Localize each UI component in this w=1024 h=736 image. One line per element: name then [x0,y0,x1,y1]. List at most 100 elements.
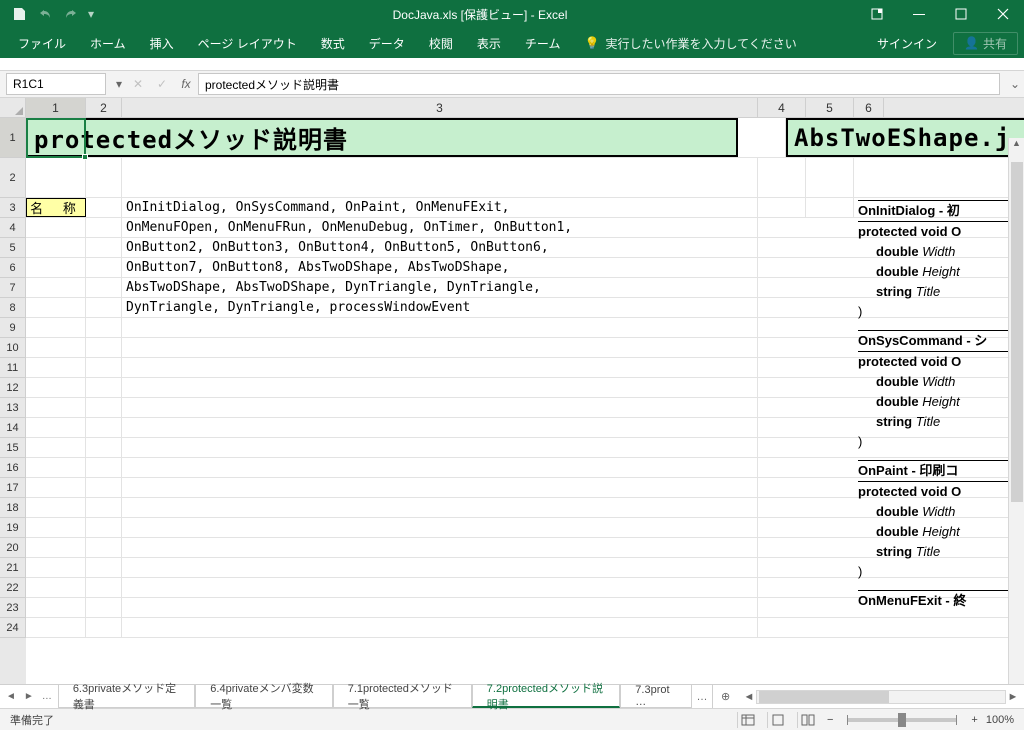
tab-team[interactable]: チーム [513,28,573,58]
cell[interactable] [26,558,86,577]
hscroll-left-icon[interactable]: ◄ [742,691,756,703]
cell[interactable] [122,158,758,197]
sheet-tab-active[interactable]: 7.2protectedメソッド説明書 [472,685,620,708]
tab-file[interactable]: ファイル [6,28,78,58]
cell[interactable] [758,618,1024,637]
cell[interactable] [86,358,122,377]
cell[interactable] [122,418,758,437]
signin-link[interactable]: サインイン [877,35,937,52]
maximize-icon[interactable] [940,0,982,28]
zoom-in-icon[interactable]: + [971,714,977,726]
cell[interactable] [122,558,758,577]
cell[interactable] [86,238,122,257]
cell[interactable] [122,618,758,637]
cell[interactable] [26,318,86,337]
undo-icon[interactable] [34,3,56,25]
column-header[interactable]: 5 [806,98,854,117]
vertical-scrollbar[interactable]: ▲ [1008,138,1024,684]
view-page-layout-icon[interactable] [767,712,789,728]
row-header[interactable]: 19 [0,518,26,538]
sheet-tab[interactable]: 7.1protectedメソッド一覧 [333,685,472,708]
zoom-out-icon[interactable]: − [827,714,833,726]
cell[interactable] [26,218,86,237]
cell-method-line[interactable]: AbsTwoDShape, AbsTwoDShape, DynTriangle,… [122,278,758,297]
cell[interactable] [26,358,86,377]
cell[interactable] [86,378,122,397]
cell-method-line[interactable]: OnButton7, OnButton8, AbsTwoDShape, AbsT… [122,258,758,277]
row-header[interactable]: 1 [0,118,26,158]
cell[interactable] [26,398,86,417]
cell-title-right[interactable]: AbsTwoEShape.j [786,118,1024,157]
formula-bar-expand-icon[interactable]: ⌄ [1006,77,1024,91]
cell[interactable] [26,238,86,257]
insert-function-icon[interactable]: fx [174,77,198,91]
cell[interactable] [122,378,758,397]
tab-data[interactable]: データ [357,28,417,58]
row-header[interactable]: 7 [0,278,26,298]
cell[interactable] [86,278,122,297]
tab-first-icon[interactable]: ◄ [6,691,16,702]
row-header[interactable]: 22 [0,578,26,598]
tab-formulas[interactable]: 数式 [309,28,357,58]
cell[interactable] [122,478,758,497]
tab-page-layout[interactable]: ページ レイアウト [186,28,309,58]
cell[interactable] [122,338,758,357]
cell[interactable] [122,598,758,617]
cell-method-line[interactable]: OnInitDialog, OnSysCommand, OnPaint, OnM… [122,198,758,217]
column-header[interactable]: 6 [854,98,884,117]
sheet-tab[interactable]: 7.3prot … [620,685,691,708]
code-head[interactable]: OnSysCommand - シ [858,330,1018,352]
cell[interactable] [86,498,122,517]
row-header[interactable]: 14 [0,418,26,438]
tab-overflow-icon[interactable]: … [692,685,713,708]
horizontal-scrollbar-thumb[interactable] [759,691,889,703]
cell[interactable] [26,458,86,477]
cell[interactable] [26,418,86,437]
cell[interactable] [26,578,86,597]
cell[interactable] [86,518,122,537]
close-icon[interactable] [982,0,1024,28]
horizontal-scrollbar[interactable]: ◄ ► [738,685,1024,708]
cell[interactable] [806,158,854,197]
view-normal-icon[interactable] [737,712,759,728]
tab-view[interactable]: 表示 [465,28,513,58]
cell[interactable] [86,398,122,417]
tab-insert[interactable]: 挿入 [138,28,186,58]
cell[interactable] [122,518,758,537]
code-head[interactable]: OnPaint - 印刷コ [858,460,1018,482]
cell[interactable] [758,158,806,197]
cell[interactable] [122,578,758,597]
cell[interactable] [122,318,758,337]
formula-input[interactable]: protectedメソッド説明書 [198,73,1000,95]
cell[interactable] [122,498,758,517]
cell[interactable] [26,618,86,637]
row-header[interactable]: 15 [0,438,26,458]
row-header[interactable]: 3 [0,198,26,218]
cell[interactable] [738,118,786,157]
cell[interactable] [86,558,122,577]
cell[interactable] [86,298,122,317]
tab-home[interactable]: ホーム [78,28,138,58]
cell[interactable] [122,398,758,417]
row-header[interactable]: 9 [0,318,26,338]
row-header[interactable]: 13 [0,398,26,418]
cell[interactable] [26,338,86,357]
save-icon[interactable] [8,3,30,25]
cell[interactable] [26,598,86,617]
cell[interactable] [122,438,758,457]
row-header[interactable]: 11 [0,358,26,378]
cell[interactable] [26,478,86,497]
cell[interactable] [26,438,86,457]
code-head[interactable]: OnInitDialog - 初 [858,200,1018,222]
zoom-slider[interactable] [847,718,957,722]
cell[interactable] [86,318,122,337]
cell[interactable] [26,158,86,197]
row-header[interactable]: 2 [0,158,26,198]
cell[interactable] [26,518,86,537]
code-decl[interactable]: protected void O [858,352,1018,372]
cell[interactable] [26,298,86,317]
cell[interactable] [86,598,122,617]
cell[interactable] [26,258,86,277]
cell[interactable] [26,278,86,297]
cell[interactable] [758,198,806,217]
